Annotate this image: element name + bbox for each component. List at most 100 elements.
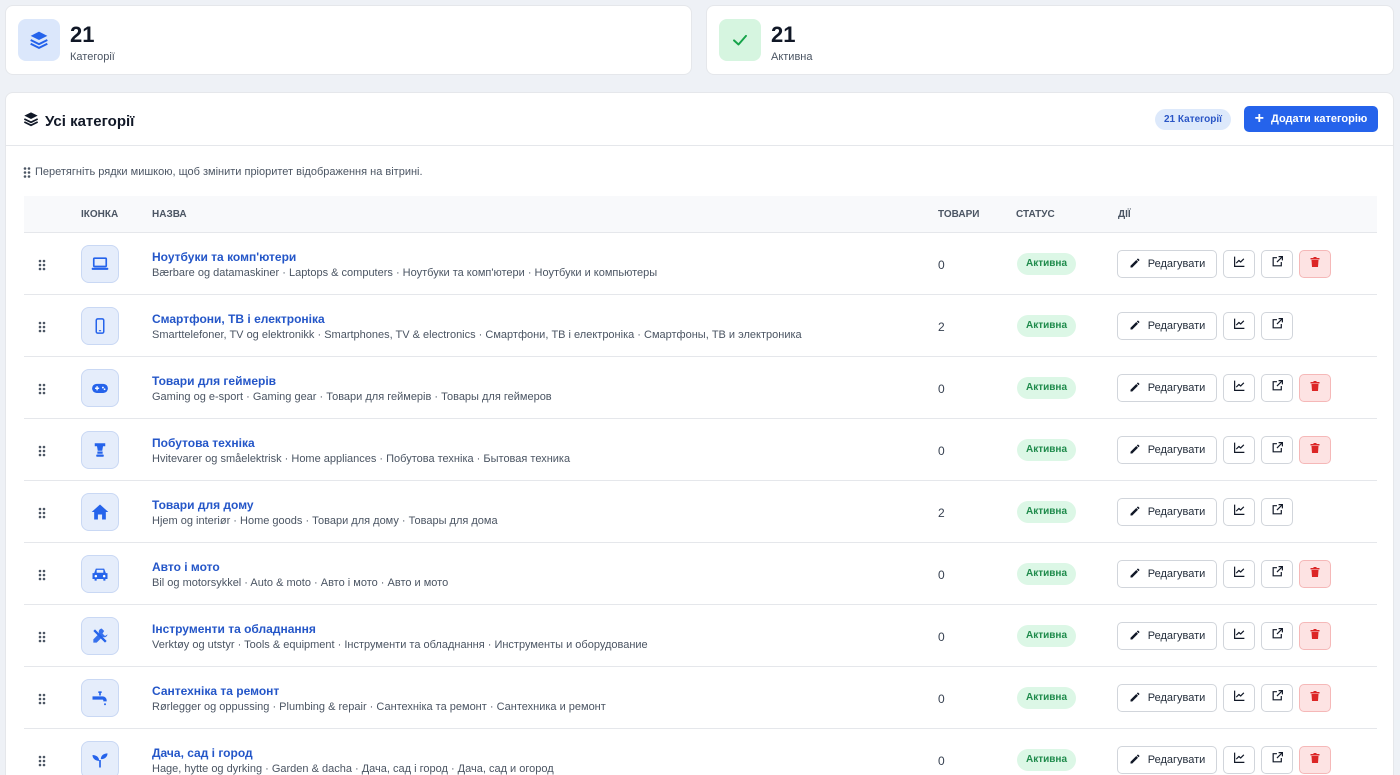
pencil-icon xyxy=(1129,567,1141,582)
delete-button[interactable] xyxy=(1299,560,1331,588)
stats-button[interactable] xyxy=(1223,312,1255,340)
open-external-button[interactable] xyxy=(1261,436,1293,464)
edit-button[interactable]: Редагувати xyxy=(1117,312,1217,340)
table-row[interactable]: Ноутбуки та комп'ютери Bærbare og datamas… xyxy=(24,233,1377,295)
product-count: 2 xyxy=(938,320,945,334)
edit-button[interactable]: Редагувати xyxy=(1117,498,1217,526)
stat-value: 21 xyxy=(70,22,95,47)
open-external-button[interactable] xyxy=(1261,498,1293,526)
delete-button[interactable] xyxy=(1299,622,1331,650)
open-external-button[interactable] xyxy=(1261,250,1293,278)
add-category-button[interactable]: + Додати категорію xyxy=(1244,106,1378,132)
edit-label: Редагувати xyxy=(1147,258,1206,270)
stats-button[interactable] xyxy=(1223,684,1255,712)
table-row[interactable]: Товари для дому Hjem og interiør · Home g… xyxy=(24,481,1377,543)
table-row[interactable]: Побутова техніка Hvitevarer og småelektri… xyxy=(24,419,1377,481)
edit-button[interactable]: Редагувати xyxy=(1117,684,1217,712)
stats-button[interactable] xyxy=(1223,374,1255,402)
product-count: 2 xyxy=(938,506,945,520)
table-row[interactable]: Інструменти та обладнання Verktøy og utst… xyxy=(24,605,1377,667)
delete-button[interactable] xyxy=(1299,250,1331,278)
drag-handle-icon[interactable] xyxy=(38,258,46,271)
stats-button[interactable] xyxy=(1223,250,1255,278)
pencil-icon xyxy=(1129,319,1141,334)
count-badge: 21 Категорії xyxy=(1155,109,1231,130)
drag-handle-icon[interactable] xyxy=(38,382,46,395)
delete-button[interactable] xyxy=(1299,684,1331,712)
pencil-icon xyxy=(1129,381,1141,396)
drag-handle-icon[interactable] xyxy=(38,444,46,457)
stats-button[interactable] xyxy=(1223,498,1255,526)
category-translations: Bærbare og datamaskiner · Laptops & comp… xyxy=(152,267,658,279)
blender-icon xyxy=(81,431,119,469)
category-name-link[interactable]: Товари для дому xyxy=(152,498,254,512)
stats-button[interactable] xyxy=(1223,560,1255,588)
category-name-link[interactable]: Смартфони, ТВ і електроніка xyxy=(152,312,325,326)
status-badge: Активна xyxy=(1017,625,1077,647)
table-row[interactable]: Смартфони, ТВ і електроніка Smarttelefone… xyxy=(24,295,1377,357)
edit-button[interactable]: Редагувати xyxy=(1117,622,1217,650)
edit-button[interactable]: Редагувати xyxy=(1117,560,1217,588)
edit-button[interactable]: Редагувати xyxy=(1117,374,1217,402)
edit-button[interactable]: Редагувати xyxy=(1117,250,1217,278)
col-name: НАЗВА xyxy=(152,209,187,220)
open-external-button[interactable] xyxy=(1261,312,1293,340)
pencil-icon xyxy=(1129,691,1141,706)
edit-button[interactable]: Редагувати xyxy=(1117,436,1217,464)
stats-button[interactable] xyxy=(1223,436,1255,464)
category-name-link[interactable]: Авто і мото xyxy=(152,560,220,574)
open-external-button[interactable] xyxy=(1261,622,1293,650)
category-name-link[interactable]: Товари для геймерів xyxy=(152,374,276,388)
chart-line-icon xyxy=(1233,565,1246,583)
stats-button[interactable] xyxy=(1223,746,1255,774)
drag-handle-icon[interactable] xyxy=(38,630,46,643)
category-name-link[interactable]: Побутова техніка xyxy=(152,436,255,450)
category-translations: Gaming og e-sport · Gaming gear · Товари… xyxy=(152,391,552,403)
open-external-button[interactable] xyxy=(1261,560,1293,588)
trash-icon xyxy=(1309,255,1321,273)
table-row[interactable]: Авто і мото Bil og motorsykkel · Auto & m… xyxy=(24,543,1377,605)
delete-button[interactable] xyxy=(1299,746,1331,774)
stat-card-categories: 21 Категорії xyxy=(5,5,692,75)
product-count: 0 xyxy=(938,568,945,582)
status-badge: Активна xyxy=(1017,439,1077,461)
col-products: ТОВАРИ xyxy=(938,209,980,220)
drag-handle-icon[interactable] xyxy=(38,692,46,705)
category-name-link[interactable]: Сантехніка та ремонт xyxy=(152,684,279,698)
table-row[interactable]: Товари для геймерів Gaming og e-sport · G… xyxy=(24,357,1377,419)
category-name-link[interactable]: Дача, сад і город xyxy=(152,746,253,760)
external-link-icon xyxy=(1271,379,1284,397)
trash-icon xyxy=(1309,441,1321,459)
open-external-button[interactable] xyxy=(1261,746,1293,774)
category-translations: Bil og motorsykkel · Auto & moto · Авто … xyxy=(152,577,449,589)
table-row[interactable]: Сантехніка та ремонт Rørlegger og oppussi… xyxy=(24,667,1377,729)
category-name-link[interactable]: Ноутбуки та комп'ютери xyxy=(152,250,296,264)
open-external-button[interactable] xyxy=(1261,684,1293,712)
layers-icon xyxy=(23,111,39,131)
edit-label: Редагувати xyxy=(1147,692,1206,704)
pencil-icon xyxy=(1129,505,1141,520)
delete-button[interactable] xyxy=(1299,374,1331,402)
stat-card-active: 21 Активна xyxy=(706,5,1394,75)
stat-label: Активна xyxy=(771,51,813,63)
open-external-button[interactable] xyxy=(1261,374,1293,402)
table-row[interactable]: Дача, сад і город Hage, hytte og dyrking … xyxy=(24,729,1377,775)
drag-handle-icon[interactable] xyxy=(38,754,46,767)
edit-button[interactable]: Редагувати xyxy=(1117,746,1217,774)
external-link-icon xyxy=(1271,255,1284,273)
delete-button[interactable] xyxy=(1299,436,1331,464)
product-count: 0 xyxy=(938,692,945,706)
drag-handle-icon[interactable] xyxy=(38,320,46,333)
external-link-icon xyxy=(1271,689,1284,707)
external-link-icon xyxy=(1271,317,1284,335)
drag-handle-icon[interactable] xyxy=(38,568,46,581)
category-name-link[interactable]: Інструменти та обладнання xyxy=(152,622,316,636)
pencil-icon xyxy=(1129,753,1141,768)
table-header: ІКОНКА НАЗВА ТОВАРИ СТАТУС ДІЇ xyxy=(24,196,1377,233)
trash-icon xyxy=(1309,751,1321,769)
gamepad-icon xyxy=(81,369,119,407)
stats-button[interactable] xyxy=(1223,622,1255,650)
tools-icon xyxy=(81,617,119,655)
pencil-icon xyxy=(1129,629,1141,644)
drag-handle-icon[interactable] xyxy=(38,506,46,519)
